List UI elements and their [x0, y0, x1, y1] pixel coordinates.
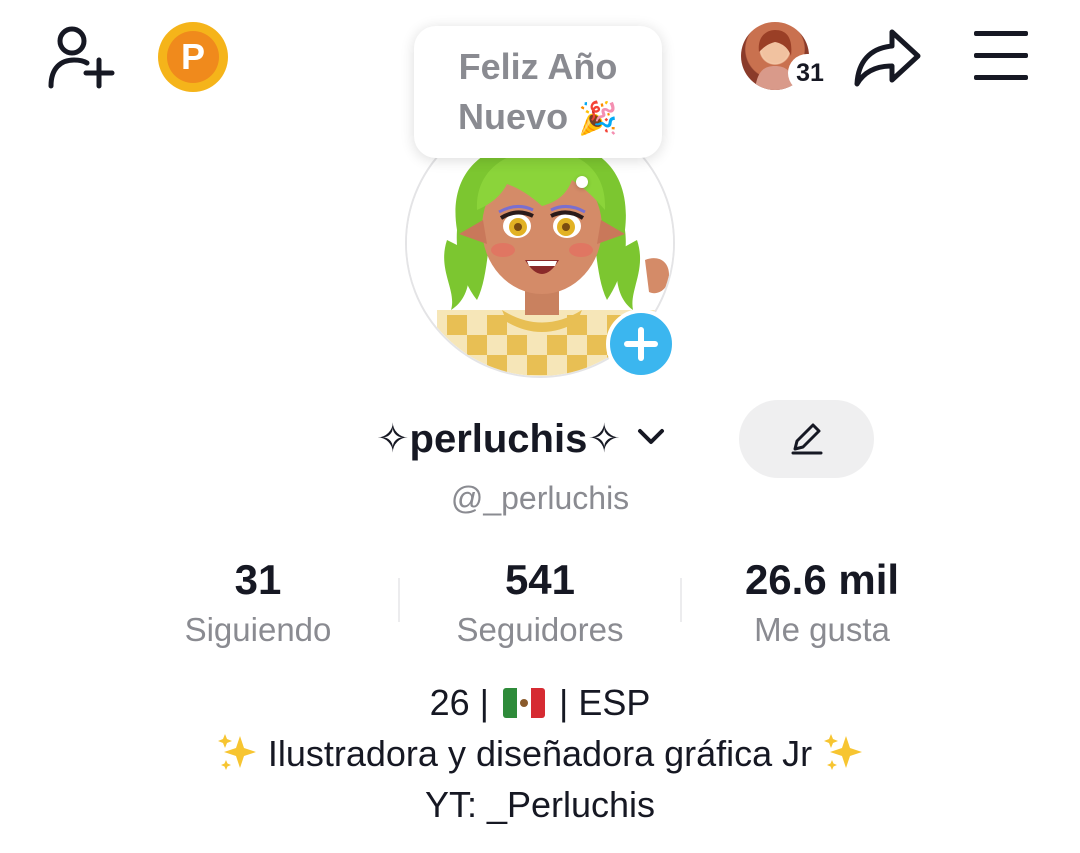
likes-label: Me gusta [754, 611, 890, 648]
add-friend-button[interactable] [44, 24, 116, 90]
note-line-2: Nuevo 🎉 [458, 95, 618, 137]
coins-button[interactable]: P [158, 22, 228, 92]
bio-line-1: 26 | | ESP [0, 682, 1080, 724]
bio-description: Ilustradora y diseñadora gráfica Jr [267, 733, 813, 774]
hamburger-menu-icon [974, 31, 1028, 80]
share-arrow-icon [854, 29, 921, 87]
sparkles-icon [824, 734, 863, 770]
note-bubble[interactable]: Feliz Año Nuevo 🎉 [414, 26, 662, 188]
person-plus-icon [48, 26, 115, 89]
add-story-button[interactable] [606, 309, 676, 379]
stat-likes[interactable]: 26.6 mil Me gusta [682, 556, 962, 652]
bio-line-2: Ilustradora y diseñadora gráfica Jr [0, 732, 1080, 775]
following-label: Siguiendo [184, 611, 332, 648]
mexico-flag-icon [503, 688, 545, 718]
coin-icon: P [167, 31, 219, 83]
bio-line-3: YT: _Perluchis [0, 784, 1080, 826]
followers-label: Seguidores [456, 611, 624, 648]
display-name-switcher[interactable]: ✧perluchis✧ [376, 416, 666, 462]
bubble-tail-dot [576, 176, 588, 188]
followers-count: 541 [504, 556, 576, 603]
following-count: 31 [234, 556, 282, 603]
note-line-1: Feliz Año [458, 45, 618, 87]
friends-count-badge: 31 [788, 54, 832, 92]
username-handle: @_perluchis [450, 480, 630, 516]
menu-button[interactable] [970, 28, 1032, 84]
stat-following[interactable]: 31 Siguiendo [118, 556, 398, 652]
display-name: ✧perluchis✧ [376, 417, 621, 461]
share-button[interactable] [852, 26, 924, 88]
sparkles-icon [217, 734, 256, 770]
plus-icon [624, 327, 658, 361]
likes-count: 26.6 mil [744, 556, 900, 603]
chevron-down-icon [638, 429, 664, 444]
pencil-icon [791, 423, 822, 455]
party-popper-icon: 🎉 [578, 99, 618, 136]
stat-followers[interactable]: 541 Seguidores [400, 556, 680, 652]
bio-age: 26 | [429, 682, 489, 723]
edit-profile-button[interactable] [739, 400, 874, 478]
bio-language: | ESP [559, 682, 651, 723]
bio-youtube: YT: _Perluchis [424, 784, 656, 825]
